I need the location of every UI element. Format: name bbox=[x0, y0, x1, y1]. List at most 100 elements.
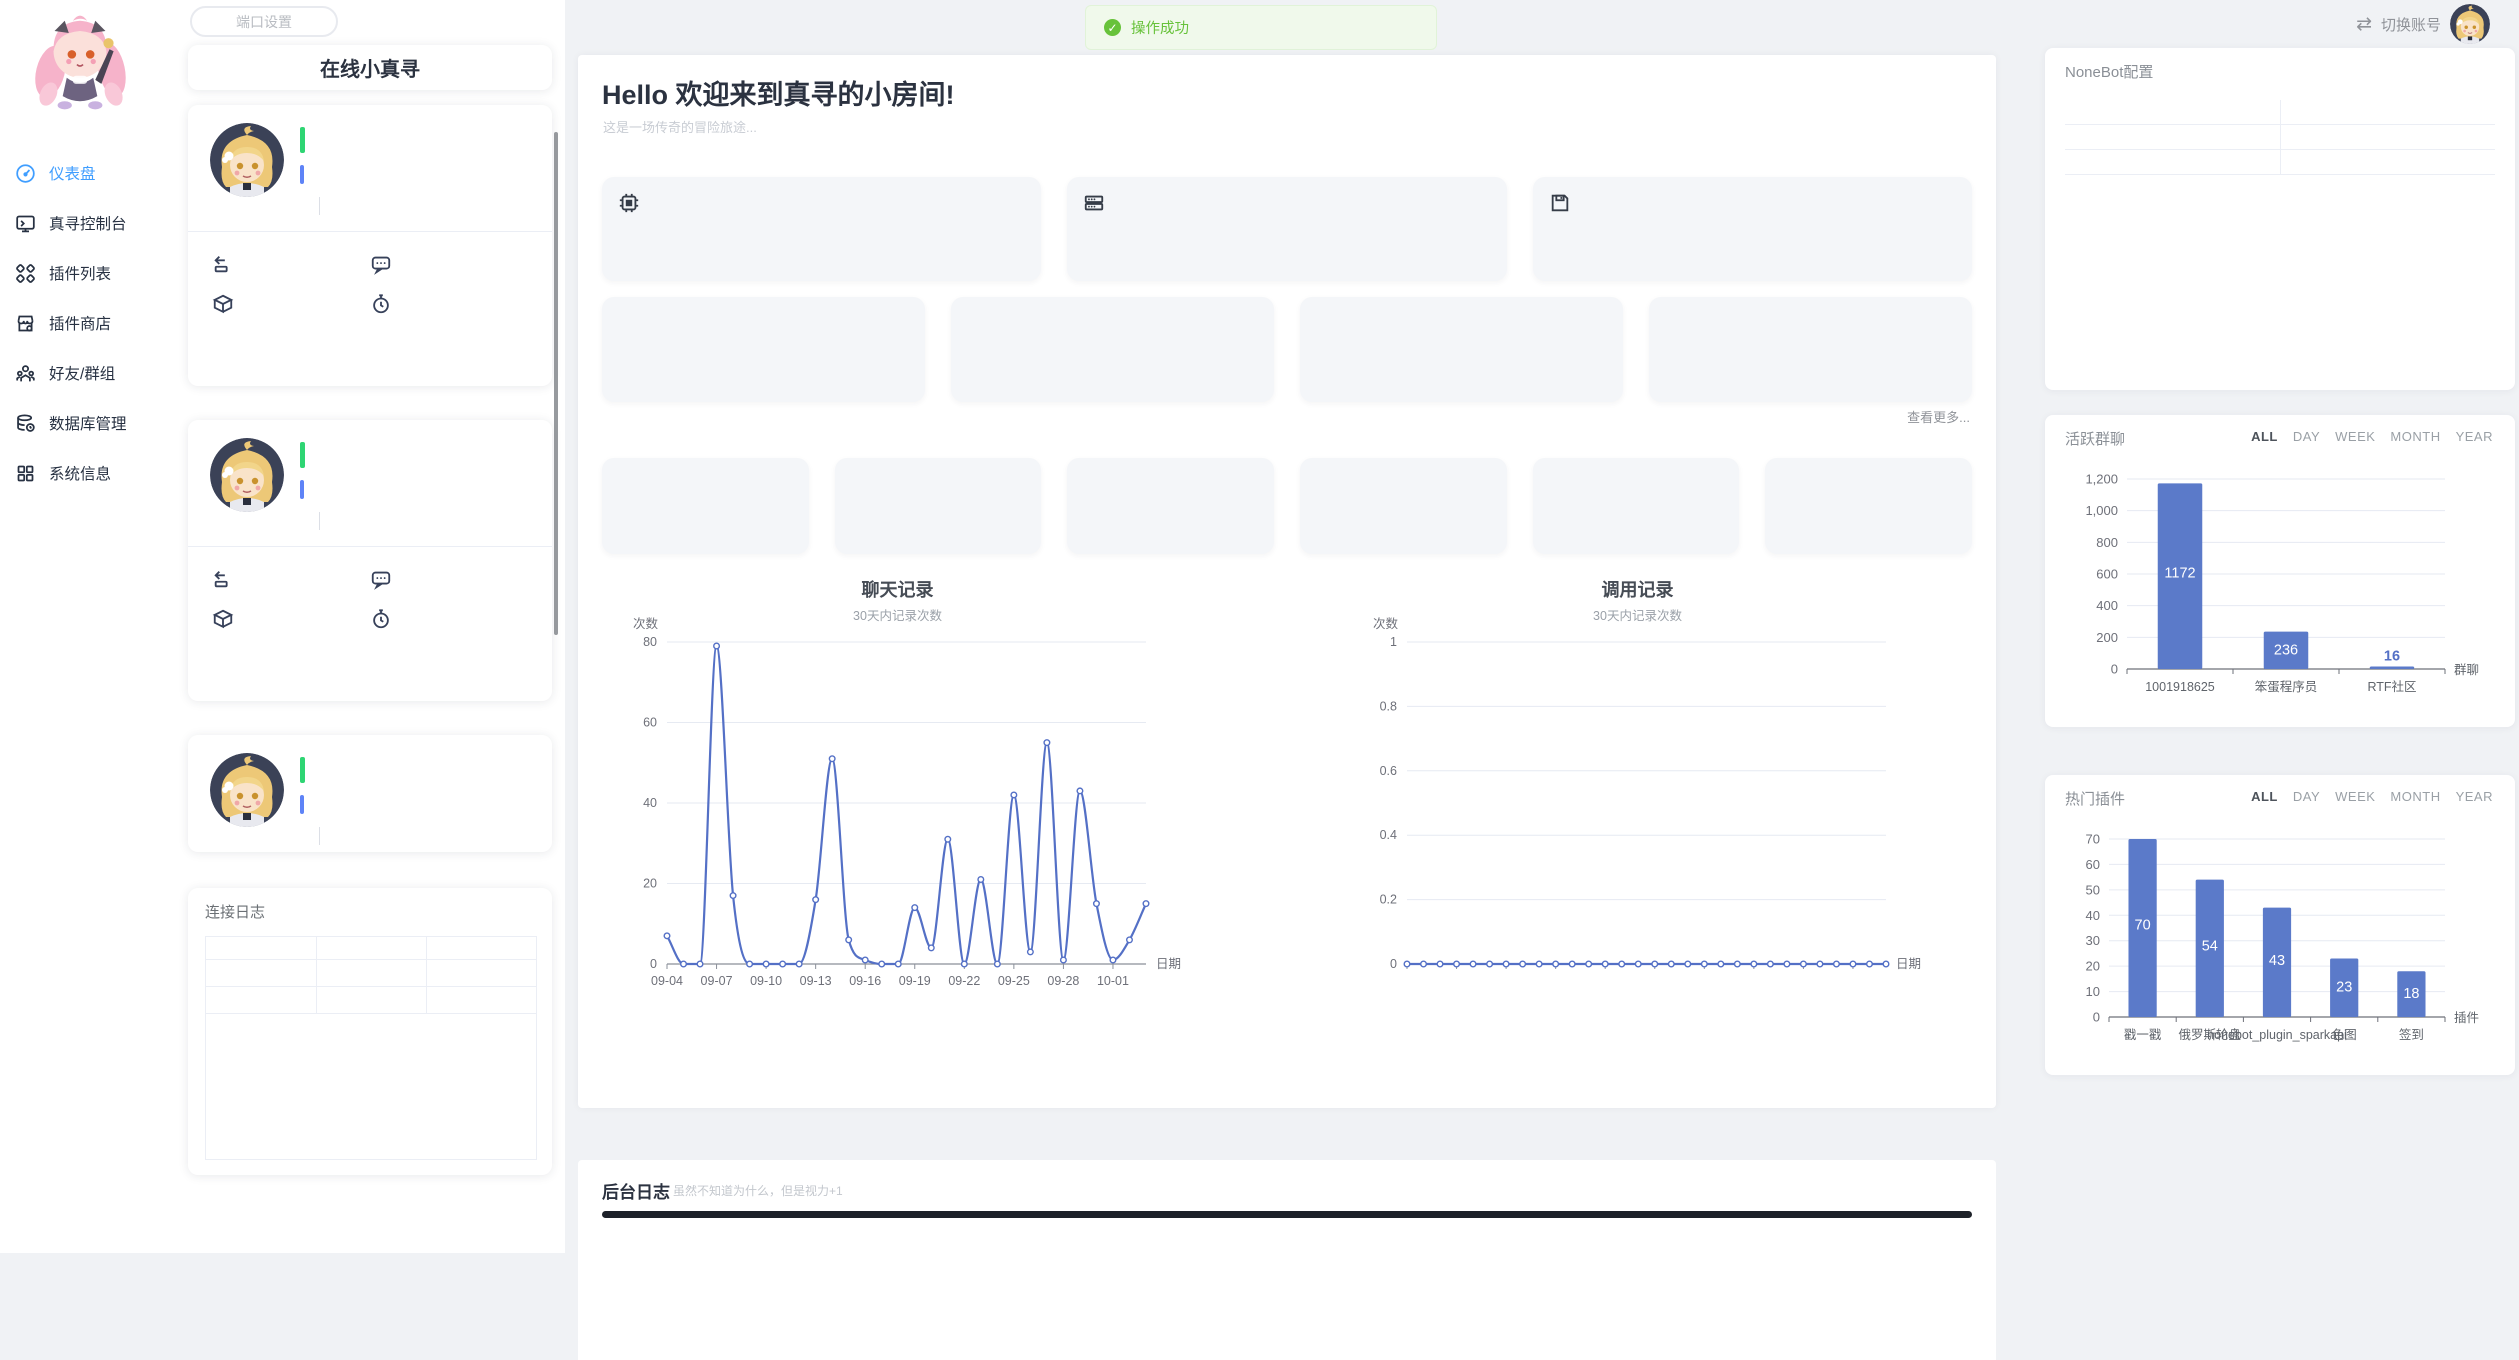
stat-tile-row bbox=[602, 297, 1972, 402]
dashboard-main-card: Hello 欢迎来到真寻的小房间! 这是一场传奇的冒险旅途... 查看更多...… bbox=[578, 55, 1996, 1108]
terminal-top-bar bbox=[602, 1211, 1972, 1218]
bot-card[interactable] bbox=[188, 105, 552, 386]
sidebar-item-database[interactable]: 数据库管理 bbox=[0, 398, 172, 448]
connection-log-card: 连接日志 bbox=[188, 888, 552, 1175]
svg-text:09-16: 09-16 bbox=[849, 974, 881, 988]
system-tile-memory bbox=[1067, 177, 1506, 281]
config-cell-log_level bbox=[2280, 125, 2496, 149]
nonebot-config-grid bbox=[2065, 100, 2495, 197]
divider bbox=[319, 827, 320, 845]
log-cell bbox=[316, 987, 426, 1014]
config-cell-driver bbox=[2065, 125, 2280, 149]
switch-account-button[interactable]: ⇄ 切换账号 bbox=[2356, 4, 2490, 44]
svg-text:400: 400 bbox=[2096, 598, 2118, 613]
account-avatar[interactable] bbox=[2450, 4, 2490, 44]
svg-text:1,000: 1,000 bbox=[2085, 503, 2118, 518]
range-tab-day[interactable]: DAY bbox=[2293, 789, 2320, 804]
view-more-link[interactable]: 查看更多... bbox=[1907, 407, 1970, 426]
period-tile bbox=[1765, 458, 1972, 554]
active-groups-range-tabs: ALL DAY WEEK MONTH YEAR bbox=[2251, 429, 2493, 444]
svg-text:60: 60 bbox=[643, 716, 657, 730]
bot-card[interactable] bbox=[188, 735, 552, 852]
card-divider bbox=[188, 546, 552, 547]
disk-icon bbox=[1549, 192, 1571, 214]
switch-account-label: 切换账号 bbox=[2381, 14, 2441, 35]
plugin-list-icon bbox=[15, 263, 36, 284]
range-tab-year[interactable]: YEAR bbox=[2456, 789, 2493, 804]
svg-text:日期: 日期 bbox=[1896, 957, 1921, 971]
log-table-row bbox=[206, 960, 536, 987]
bot-avatar bbox=[210, 753, 284, 827]
svg-text:20: 20 bbox=[643, 877, 657, 891]
svg-text:10: 10 bbox=[2086, 984, 2100, 999]
sidebar-item-label: 真寻控制台 bbox=[49, 212, 127, 234]
id-accent-bar bbox=[300, 480, 304, 499]
period-tile bbox=[1067, 458, 1274, 554]
sidebar-item-system-info[interactable]: 系统信息 bbox=[0, 448, 172, 498]
config-cell-nickname bbox=[2065, 175, 2495, 197]
sidebar-item-console[interactable]: 真寻控制台 bbox=[0, 198, 172, 248]
range-tab-month[interactable]: MONTH bbox=[2390, 789, 2440, 804]
dashboard-icon bbox=[15, 163, 36, 184]
svg-text:30天内记录次数: 30天内记录次数 bbox=[853, 608, 942, 623]
call-records-chart: 调用记录30天内记录次数次数00.20.40.60.81日期 bbox=[1345, 570, 1930, 1008]
system-icon bbox=[15, 463, 36, 484]
sidebar-item-dashboard[interactable]: 仪表盘 bbox=[0, 148, 172, 198]
chibi-mascot-illustration bbox=[24, 8, 136, 116]
bot-avatar bbox=[210, 123, 284, 197]
sidebar-item-friends-groups[interactable]: 好友/群组 bbox=[0, 348, 172, 398]
sidebar-item-label: 仪表盘 bbox=[49, 162, 96, 184]
bot-card[interactable] bbox=[188, 420, 552, 701]
svg-text:0.4: 0.4 bbox=[1380, 828, 1397, 842]
nonebot-config-title: NoneBot配置 bbox=[2065, 61, 2153, 82]
platform-icon bbox=[212, 293, 234, 315]
bot-avatar bbox=[210, 438, 284, 512]
svg-text:插件: 插件 bbox=[2454, 1011, 2479, 1025]
svg-text:09-28: 09-28 bbox=[1047, 974, 1079, 988]
log-cell bbox=[316, 960, 426, 987]
timer-icon bbox=[370, 293, 392, 315]
timer-icon bbox=[370, 608, 392, 630]
sidebar-item-plugin-store[interactable]: 插件商店 bbox=[0, 298, 172, 348]
svg-text:30天内记录次数: 30天内记录次数 bbox=[1593, 608, 1682, 623]
log-cell bbox=[426, 987, 536, 1014]
range-tab-all[interactable]: ALL bbox=[2251, 429, 2278, 444]
success-toast: ✓ 操作成功 bbox=[1085, 5, 1437, 50]
range-tab-day[interactable]: DAY bbox=[2293, 429, 2320, 444]
period-tile bbox=[602, 458, 809, 554]
svg-text:16: 16 bbox=[2384, 648, 2400, 664]
svg-text:80: 80 bbox=[643, 635, 657, 649]
divider bbox=[319, 512, 320, 530]
active-groups-card: 活跃群聊 ALLDAYWEEKMONTHYEAR 02004006008001,… bbox=[2045, 415, 2515, 727]
app-logo bbox=[24, 8, 136, 116]
log-cell bbox=[206, 960, 316, 987]
svg-text:群聊: 群聊 bbox=[2454, 663, 2479, 677]
svg-text:签到: 签到 bbox=[2399, 1027, 2424, 1042]
svg-text:RTF社区: RTF社区 bbox=[2367, 679, 2416, 694]
svg-text:40: 40 bbox=[2086, 908, 2100, 923]
sidebar-item-label: 插件商店 bbox=[49, 312, 111, 334]
svg-text:70: 70 bbox=[2086, 832, 2100, 847]
range-tab-month[interactable]: MONTH bbox=[2390, 429, 2440, 444]
svg-text:09-13: 09-13 bbox=[800, 974, 832, 988]
port-settings-button[interactable]: 端口设置 bbox=[190, 6, 338, 37]
backend-log-card: 后台日志 虽然不知道为什么，但是视力+1 bbox=[578, 1160, 1996, 1360]
svg-text:70: 70 bbox=[2135, 917, 2151, 933]
hot-plugins-chart: 01020304050607070戳一戳54俄罗斯轮盘43nonebot_plu… bbox=[2063, 823, 2497, 1068]
svg-text:30: 30 bbox=[2086, 933, 2100, 948]
chat-records-chart: 聊天记录30天内记录次数次数02040608009-0409-0709-1009… bbox=[605, 570, 1190, 1008]
svg-text:1172: 1172 bbox=[2164, 566, 2195, 582]
svg-text:10-01: 10-01 bbox=[1097, 974, 1129, 988]
sidebar-item-label: 系统信息 bbox=[49, 462, 111, 484]
log-cell bbox=[206, 987, 316, 1014]
range-tab-year[interactable]: YEAR bbox=[2456, 429, 2493, 444]
bot-list-scrollbar[interactable] bbox=[554, 132, 558, 635]
stat-tile bbox=[602, 297, 925, 402]
console-icon bbox=[15, 213, 36, 234]
sidebar-item-plugin-list[interactable]: 插件列表 bbox=[0, 248, 172, 298]
range-tab-week[interactable]: WEEK bbox=[2335, 429, 2375, 444]
range-tab-week[interactable]: WEEK bbox=[2335, 789, 2375, 804]
hot-plugins-title: 热门插件 bbox=[2065, 788, 2125, 809]
range-tab-all[interactable]: ALL bbox=[2251, 789, 2278, 804]
svg-text:0: 0 bbox=[2093, 1010, 2100, 1025]
